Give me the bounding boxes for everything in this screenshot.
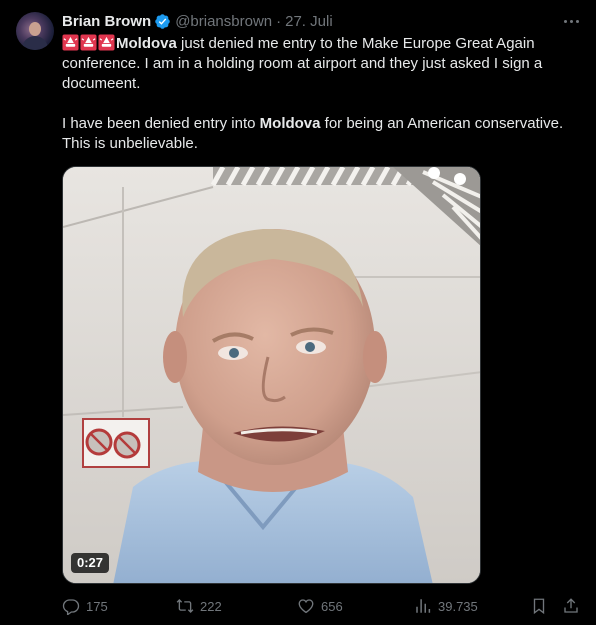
like-count: 656 [321, 598, 343, 614]
rotating-light-emoji-icon [98, 34, 115, 51]
more-options-icon[interactable] [560, 12, 582, 30]
bold-word-moldova: Moldova [116, 35, 177, 52]
reply-icon [62, 599, 80, 615]
views-button[interactable]: 39.735 [414, 594, 478, 618]
retweet-button[interactable]: 222 [176, 594, 222, 618]
tweet-actions: 175 222 656 39.735 [62, 594, 582, 618]
share-icon [564, 598, 578, 613]
avatar-shoulders [22, 36, 48, 50]
tweet[interactable]: Brian Brown @briansbrown · 27. Juli Mold… [0, 0, 596, 625]
bookmark-icon [533, 598, 545, 615]
reply-button[interactable]: 175 [62, 594, 108, 618]
author-handle[interactable]: @briansbrown [175, 13, 272, 30]
verified-badge-icon [155, 13, 170, 29]
retweet-icon [176, 599, 194, 613]
view-count: 39.735 [438, 598, 478, 614]
separator-dot: · [276, 12, 282, 30]
video-duration-badge: 0:27 [71, 553, 110, 573]
tweet-text: Moldova just denied me entry to the Make… [62, 34, 582, 154]
video-frame [63, 167, 480, 583]
avatar[interactable] [16, 12, 54, 50]
tweet-paragraph-2: I have been denied entry into Moldova fo… [62, 114, 582, 154]
share-button[interactable] [562, 594, 580, 618]
rotating-light-emoji-icon [62, 34, 79, 51]
views-chart-icon [416, 599, 431, 613]
like-button[interactable]: 656 [297, 594, 343, 618]
tweet-paragraph-1: Moldova just denied me entry to the Make… [62, 34, 582, 94]
video-player[interactable]: 0:27 [62, 166, 481, 584]
tweet-paragraph-2-start: I have been denied entry into [62, 115, 260, 132]
tweet-date[interactable]: 27. Juli [285, 13, 333, 30]
author-name[interactable]: Brian Brown [62, 13, 151, 30]
rotating-light-emoji-icon [80, 34, 97, 51]
heart-icon [298, 599, 314, 614]
reply-count: 175 [86, 598, 108, 614]
tweet-header: Brian Brown @briansbrown · 27. Juli [62, 11, 333, 31]
bookmark-button[interactable] [530, 594, 548, 618]
bold-word-moldova: Moldova [259, 115, 321, 132]
avatar-face [29, 22, 41, 36]
retweet-count: 222 [200, 598, 222, 614]
